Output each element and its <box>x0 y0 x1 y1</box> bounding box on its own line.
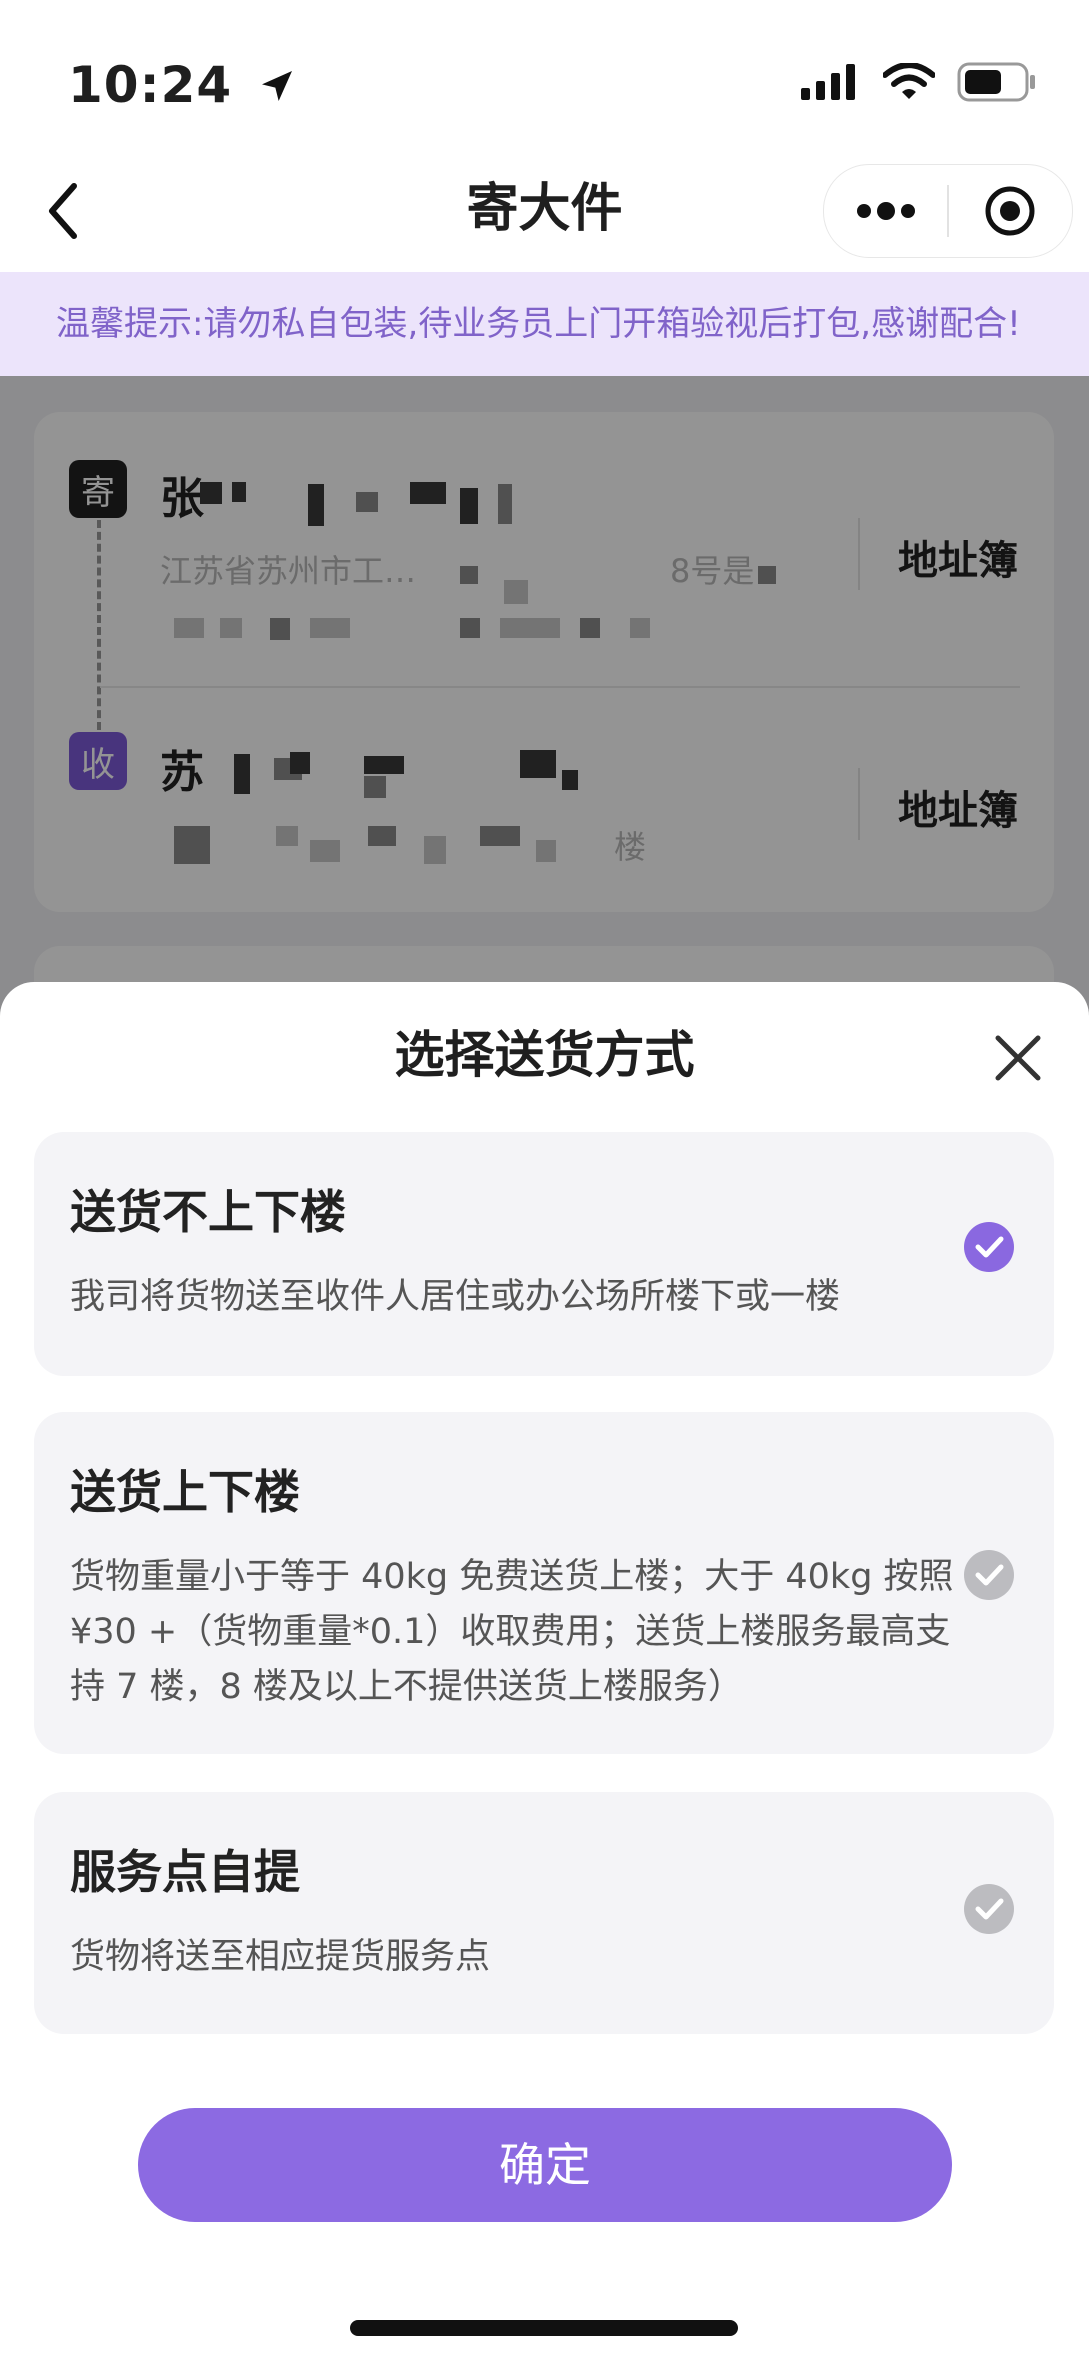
tip-banner: 温馨提示:请勿私自包装,待业务员上门开箱验视后打包,感谢配合! <box>0 272 1089 376</box>
check-icon <box>964 1550 1014 1600</box>
option-description: 货物将送至相应提货服务点 <box>70 1937 491 1977</box>
home-indicator <box>350 2320 738 2336</box>
location-arrow-icon <box>261 71 292 101</box>
status-time: 10:24 <box>68 56 297 114</box>
exit-button[interactable] <box>949 165 1072 257</box>
confirm-button[interactable]: 确定 <box>138 2108 952 2222</box>
option-self-pickup[interactable]: 服务点自提 货物将送至相应提货服务点 <box>34 1792 1054 2034</box>
battery-icon <box>957 62 1035 102</box>
sheet-title: 选择送货方式 <box>394 1026 695 1084</box>
check-icon <box>964 1222 1014 1272</box>
option-title: 服务点自提 <box>70 1845 300 1899</box>
mini-program-capsule <box>823 164 1073 258</box>
check-icon <box>964 1884 1014 1934</box>
option-with-stairs[interactable]: 送货上下楼 货物重量小于等于 40kg 免费送货上楼；大于 40kg 按照 ¥3… <box>34 1412 1054 1754</box>
option-description: 货物重量小于等于 40kg 免费送货上楼；大于 40kg 按照 ¥30 +（货物… <box>70 1557 954 1707</box>
more-button[interactable] <box>824 165 947 257</box>
close-icon <box>995 1035 1041 1081</box>
more-dots-icon <box>856 202 915 220</box>
status-icons <box>801 62 1037 102</box>
option-title: 送货不上下楼 <box>70 1185 346 1239</box>
wifi-icon <box>883 63 935 99</box>
target-icon <box>985 186 1035 236</box>
option-title: 送货上下楼 <box>70 1465 300 1519</box>
close-button[interactable] <box>988 1028 1048 1088</box>
signal-icon <box>801 64 855 100</box>
option-no-stairs[interactable]: 送货不上下楼 我司将货物送至收件人居住或办公场所楼下或一楼 <box>34 1132 1054 1376</box>
option-description: 我司将货物送至收件人居住或办公场所楼下或一楼 <box>70 1277 841 1317</box>
